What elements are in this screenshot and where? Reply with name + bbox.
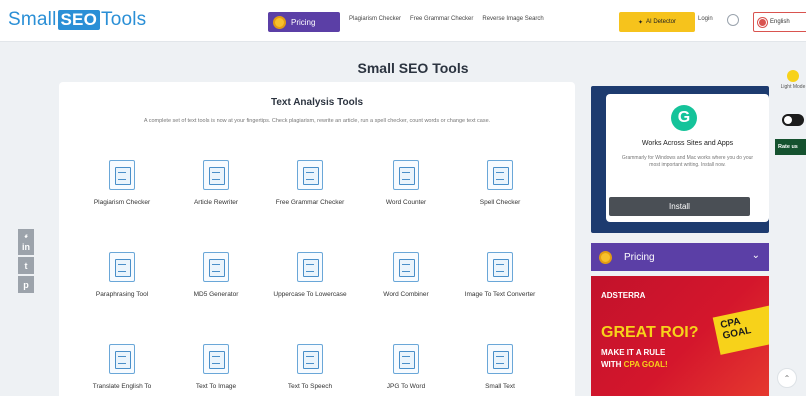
logo-text-seo: SEO — [57, 10, 101, 30]
chevron-down-icon: ⌄ — [751, 250, 760, 261]
language-select[interactable]: English — [753, 12, 806, 32]
tool-image-to-text-converter[interactable]: Image To Text Converter — [455, 252, 545, 300]
tool-label: Text To Image — [195, 383, 237, 390]
logo-text-small: Small — [8, 9, 57, 30]
logo-text-tools: Tools — [101, 9, 147, 30]
text-analysis-card: Text Analysis Tools A complete set of te… — [59, 82, 575, 396]
tool-uppercase-to-lowercase[interactable]: Uppercase To Lowercase — [265, 252, 355, 300]
theme-toggle[interactable] — [782, 114, 804, 126]
tool-small-text[interactable]: Small Text — [455, 344, 545, 392]
tool-label: Plagiarism Checker — [93, 199, 151, 206]
ai-detector-button[interactable]: ✦ AI Detector — [619, 12, 695, 32]
image-icon — [487, 252, 513, 282]
image-icon — [203, 344, 229, 374]
adsterra-line-2-highlight: CPA GOAL! — [623, 360, 668, 369]
light-mode-control: Light Mode — [780, 70, 806, 91]
adsterra-headline: GREAT ROI? — [601, 324, 699, 341]
tool-paraphrasing-tool[interactable]: Paraphrasing Tool — [77, 252, 167, 300]
text-icon — [487, 344, 513, 374]
tool-word-counter[interactable]: Word Counter — [361, 160, 451, 208]
tool-label: Free Grammar Checker — [275, 199, 345, 206]
adsterra-line-2-prefix: WITH — [601, 360, 624, 369]
pricing-button[interactable]: Pricing — [268, 12, 340, 32]
document-icon — [487, 160, 513, 190]
sparkle-icon: ✦ — [637, 19, 643, 26]
tool-label: JPG To Word — [386, 383, 426, 390]
main-nav: Plagiarism Checker Free Grammar Checker … — [349, 16, 544, 22]
tool-md5-generator[interactable]: MD5 Generator — [171, 252, 261, 300]
tool-free-grammar-checker[interactable]: Free Grammar Checker — [265, 160, 355, 208]
cpa-goal-badge: CPA GOAL — [712, 305, 769, 355]
tool-label: Translate English To — [92, 383, 152, 390]
document-icon — [297, 252, 323, 282]
tool-text-to-image[interactable]: Text To Image — [171, 344, 261, 392]
pricing-dropdown[interactable]: Pricing ⌄ — [591, 243, 769, 271]
page-title: Small SEO Tools — [357, 60, 469, 76]
translate-icon — [109, 344, 135, 374]
grammarly-ad-description: Grammarly for Windows and Mac works wher… — [621, 155, 754, 168]
language-label: English — [770, 19, 790, 25]
light-mode-label: Light Mode — [780, 84, 806, 90]
tool-plagiarism-checker[interactable]: Plagiarism Checker — [77, 160, 167, 208]
tool-label: Word Counter — [385, 199, 427, 206]
document-icon — [109, 160, 135, 190]
grammarly-logo-icon: G — [671, 105, 697, 131]
card-title: Text Analysis Tools — [270, 97, 364, 108]
adsterra-ad[interactable]: ADSTERRA GREAT ROI? MAKE IT A RULE WITH … — [591, 276, 769, 396]
document-icon — [393, 344, 419, 374]
nav-link-reverse-image-search[interactable]: Reverse Image Search — [482, 16, 543, 22]
tool-jpg-to-word[interactable]: JPG To Word — [361, 344, 451, 392]
twitter-share-icon[interactable]: t — [18, 257, 34, 274]
flag-icon — [758, 17, 767, 27]
tool-label: Paraphrasing Tool — [95, 291, 149, 298]
coin-icon — [273, 15, 286, 29]
tool-article-rewriter[interactable]: Article Rewriter — [171, 160, 261, 208]
tool-label: MD5 Generator — [193, 291, 239, 298]
tool-word-combiner[interactable]: Word Combiner — [361, 252, 451, 300]
pinterest-share-icon[interactable]: p — [18, 276, 34, 293]
tool-label: Small Text — [485, 383, 515, 390]
grid-icon — [203, 252, 229, 282]
adsterra-brand: ADSTERRA — [601, 291, 646, 300]
adsterra-line-2: WITH CPA GOAL! — [601, 360, 668, 369]
login-link[interactable]: Login — [698, 16, 713, 22]
document-icon — [203, 160, 229, 190]
tool-label: Article Rewriter — [193, 199, 239, 206]
top-header: Small SEO Tools Pricing Plagiarism Check… — [0, 0, 806, 42]
document-icon — [109, 252, 135, 282]
combine-icon — [393, 252, 419, 282]
tool-label: Image To Text Converter — [464, 291, 536, 298]
install-button[interactable]: Install — [609, 197, 750, 216]
grammarly-ad-title: Works Across Sites and Apps — [641, 140, 734, 147]
nav-link-free-grammar-checker[interactable]: Free Grammar Checker — [410, 16, 473, 22]
tool-label: Text To Speech — [287, 383, 333, 390]
nav-link-plagiarism-checker[interactable]: Plagiarism Checker — [349, 16, 401, 22]
sun-icon — [787, 70, 799, 82]
linkedin-share-icon[interactable]: in — [18, 238, 34, 255]
card-subtitle: A complete set of text tools is now at y… — [143, 118, 491, 124]
tool-text-to-speech[interactable]: Text To Speech — [265, 344, 355, 392]
coin-icon — [599, 250, 612, 264]
pricing-button-label: Pricing — [291, 17, 316, 27]
tool-label: Word Combiner — [383, 291, 429, 298]
document-icon — [297, 160, 323, 190]
speech-icon — [297, 344, 323, 374]
scroll-to-top-button[interactable]: ⌃ — [777, 368, 797, 388]
tool-label: Spell Checker — [479, 199, 521, 206]
site-logo[interactable]: Small SEO Tools — [8, 9, 146, 31]
tool-translate-english[interactable]: Translate English To — [77, 344, 167, 392]
tool-spell-checker[interactable]: Spell Checker — [455, 160, 545, 208]
pricing-dropdown-label: Pricing — [624, 251, 655, 263]
tool-label: Uppercase To Lowercase — [273, 291, 347, 298]
document-icon — [393, 160, 419, 190]
adsterra-line-1: MAKE IT A RULE — [601, 348, 666, 357]
search-icon[interactable] — [727, 14, 739, 26]
ai-detector-label: AI Detector — [646, 19, 677, 25]
rate-us-button[interactable]: Rate us — [775, 139, 806, 155]
